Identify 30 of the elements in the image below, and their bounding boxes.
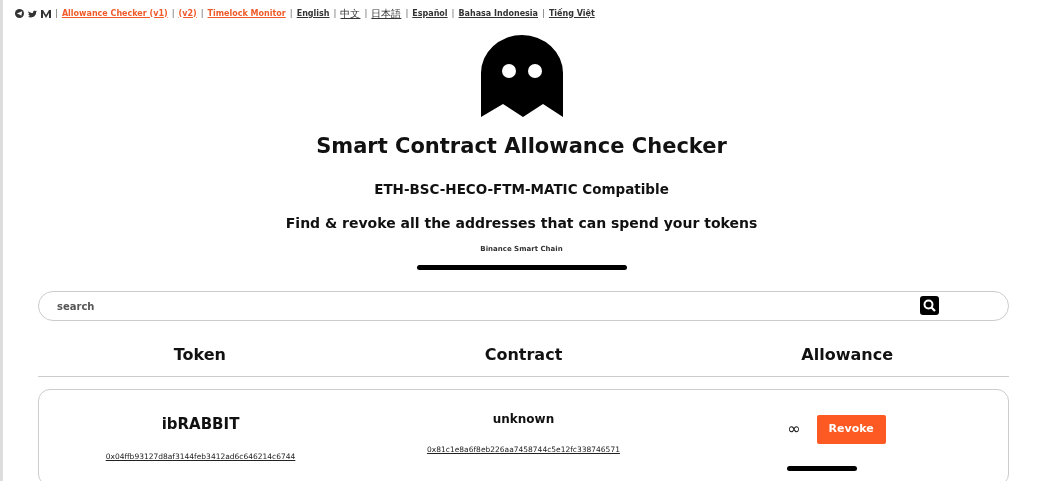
search-field[interactable]: search bbox=[38, 291, 1009, 322]
contract-name: unknown bbox=[492, 411, 555, 429]
language-link[interactable]: Español bbox=[412, 7, 448, 20]
separator-text: | bbox=[171, 7, 175, 20]
language-link[interactable]: Tiếng Việt bbox=[548, 7, 595, 20]
subtitle: ETH-BSC-HECO-FTM-MATIC Compatible bbox=[374, 179, 669, 199]
page-title: Smart Contract Allowance Checker bbox=[316, 133, 727, 160]
column-header: Token bbox=[173, 345, 226, 365]
twitter-icon[interactable] bbox=[28, 9, 37, 18]
separator-text: | bbox=[451, 7, 455, 20]
column-header: Allowance bbox=[801, 345, 893, 365]
separator-text: | bbox=[55, 7, 58, 20]
separator-text: | bbox=[200, 7, 204, 20]
column-header: Contract bbox=[484, 345, 563, 365]
separator-text: | bbox=[364, 7, 368, 20]
telegram-icon[interactable] bbox=[15, 9, 24, 18]
medium-icon[interactable] bbox=[41, 9, 51, 18]
language-link[interactable]: 日本語 bbox=[371, 6, 402, 21]
tagline: Find & revoke all the addresses that can spend your tokens bbox=[285, 213, 758, 233]
separator-text: | bbox=[405, 7, 409, 20]
language-link[interactable]: Bahasa Indonesia bbox=[458, 7, 538, 20]
language-link[interactable]: English bbox=[296, 7, 330, 20]
separator-text: | bbox=[289, 7, 293, 20]
separator-text: | bbox=[541, 7, 545, 20]
token-name: ibRABBIT bbox=[161, 413, 240, 435]
search-icon[interactable] bbox=[920, 296, 939, 316]
allowance-value: ∞ bbox=[787, 418, 801, 441]
language-link[interactable]: 中文 bbox=[340, 6, 361, 21]
redaction-mark bbox=[786, 465, 857, 471]
separator-text: | bbox=[333, 7, 337, 20]
